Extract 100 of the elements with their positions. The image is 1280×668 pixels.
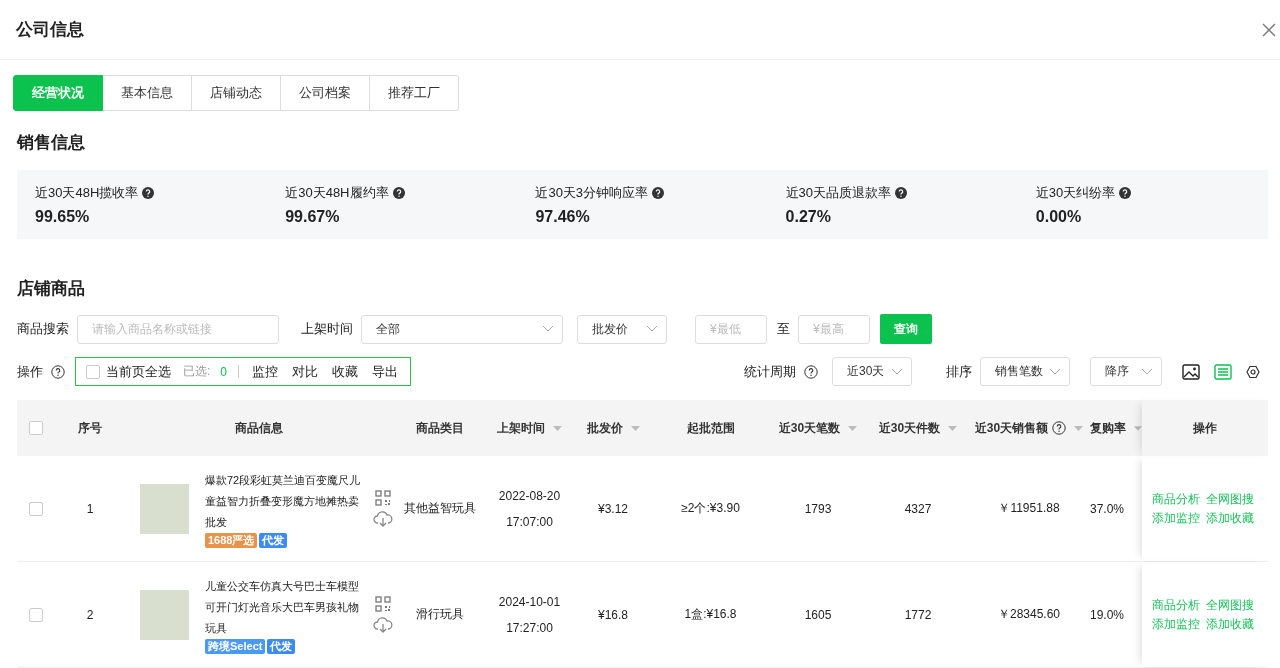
chevron-down-icon[interactable] bbox=[646, 325, 658, 333]
column-header: 近30天件数 bbox=[878, 419, 941, 437]
product-tag: 代发 bbox=[267, 638, 296, 654]
chevron-down-icon[interactable] bbox=[891, 367, 903, 376]
cloud-download-icon[interactable] bbox=[373, 511, 393, 527]
table-cell: ¥16.8 bbox=[598, 607, 628, 622]
table-cell: 其他益智玩具 bbox=[403, 500, 476, 517]
image-view-icon[interactable] bbox=[1182, 363, 1200, 380]
table-cell: 2 bbox=[86, 607, 94, 622]
settings-icon[interactable] bbox=[1246, 364, 1260, 379]
tab[interactable]: 推荐工厂 bbox=[370, 75, 459, 111]
search-field[interactable]: 请输入商品名称或链接 bbox=[77, 314, 279, 344]
tab[interactable]: 公司档案 bbox=[281, 75, 370, 111]
column-header: 近30天笔数 bbox=[778, 419, 841, 437]
column-header: 复购率 bbox=[1090, 419, 1126, 437]
table-cell: 1793 bbox=[804, 501, 832, 516]
tab[interactable]: 基本信息 bbox=[103, 75, 192, 111]
header-checkbox[interactable] bbox=[29, 421, 43, 435]
column-header: 序号 bbox=[78, 419, 102, 437]
table-cell: 4327 bbox=[904, 501, 932, 516]
select-all-checkbox[interactable]: 当前页全选 bbox=[86, 362, 171, 381]
product-title[interactable]: 儿童公交车仿真大号巴士车模型可开门灯光音乐大巴车男孩礼物玩具 bbox=[205, 575, 369, 639]
table-cell-text: 2024-10-01 17:27:00 bbox=[497, 593, 562, 637]
selected-label: 已选: bbox=[183, 363, 211, 380]
column-header: 操作 bbox=[1193, 419, 1217, 437]
period-label: 统计周期 bbox=[744, 362, 796, 381]
max-price-field[interactable]: ¥最高 bbox=[798, 314, 870, 344]
help-icon[interactable] bbox=[392, 186, 405, 199]
batch-action-button[interactable]: 导出 bbox=[370, 362, 401, 381]
product-tag: 代发 bbox=[259, 532, 288, 548]
help-icon[interactable] bbox=[804, 364, 818, 379]
section-title: 销售信息 bbox=[17, 132, 86, 154]
table-cell: ≥2个:¥3.90 bbox=[681, 500, 740, 517]
chevron-down-icon[interactable] bbox=[542, 325, 554, 333]
min-price-field[interactable]: ¥最低 bbox=[695, 314, 767, 344]
column-header: 批发价 bbox=[586, 419, 623, 437]
stat-label: 近30天48H履约率 bbox=[285, 183, 389, 202]
tab[interactable]: 店铺动态 bbox=[192, 75, 281, 111]
column-header: 近30天销售额 bbox=[974, 419, 1049, 437]
list-view-icon[interactable] bbox=[1214, 363, 1232, 380]
table-cell: 19.0% bbox=[1090, 607, 1125, 622]
product-tag: 跨境Select bbox=[205, 638, 266, 654]
period-select[interactable]: 近30天 bbox=[832, 357, 912, 386]
time-select[interactable]: 全部 bbox=[361, 314, 563, 344]
stat-label: 近30天纠纷率 bbox=[1035, 183, 1116, 202]
qr-code-icon[interactable] bbox=[375, 596, 391, 612]
section-title: 店铺商品 bbox=[17, 278, 86, 300]
stat-value: 97.46% bbox=[535, 207, 591, 226]
field-label: 商品搜索 bbox=[17, 320, 69, 338]
help-icon[interactable] bbox=[895, 186, 908, 199]
cloud-download-icon[interactable] bbox=[373, 617, 393, 633]
photo-placeholder bbox=[140, 589, 189, 640]
row-checkbox[interactable] bbox=[29, 607, 43, 622]
batch-action-button[interactable]: 监控 bbox=[250, 362, 281, 381]
table-cell: 1盒:¥16.8 bbox=[684, 606, 737, 623]
stat-value: 99.67% bbox=[285, 207, 341, 226]
table-cell: ￥11951.88 bbox=[998, 500, 1060, 517]
sort-label: 排序 bbox=[946, 362, 972, 381]
help-icon[interactable] bbox=[142, 186, 155, 199]
help-icon[interactable] bbox=[1052, 421, 1067, 435]
stat-value: 99.65% bbox=[35, 207, 91, 226]
table-cell: 37.0% bbox=[1090, 501, 1125, 516]
selected-count: 0 bbox=[220, 364, 228, 379]
table-cell: 1772 bbox=[904, 607, 932, 622]
stat-label: 近30天3分钟响应率 bbox=[535, 183, 649, 202]
close-icon[interactable] bbox=[1262, 22, 1276, 37]
help-icon[interactable] bbox=[652, 186, 665, 199]
range-separator: 至 bbox=[777, 320, 790, 338]
column-header: 起批范围 bbox=[686, 419, 735, 437]
column-header: 商品信息 bbox=[235, 419, 283, 437]
row-checkbox[interactable] bbox=[29, 501, 43, 516]
batch-action-button[interactable]: 对比 bbox=[290, 362, 321, 381]
help-icon[interactable] bbox=[1119, 186, 1132, 199]
batch-action-button[interactable]: 收藏 bbox=[330, 362, 361, 381]
help-icon[interactable] bbox=[51, 364, 65, 379]
chevron-down-icon[interactable] bbox=[1049, 367, 1061, 376]
stat-value: 0.00% bbox=[1035, 207, 1083, 226]
sort-field-select[interactable]: 销售笔数 bbox=[980, 357, 1070, 386]
field-label: 上架时间 bbox=[301, 320, 353, 338]
qr-code-icon[interactable] bbox=[375, 490, 391, 506]
table-cell: 滑行玩具 bbox=[415, 606, 464, 623]
sort-order-select[interactable]: 降序 bbox=[1090, 357, 1162, 386]
stat-value: 0.27% bbox=[785, 207, 832, 226]
stat-label: 近30天48H揽收率 bbox=[35, 183, 139, 202]
sort-caret-icon[interactable] bbox=[1134, 425, 1142, 431]
chevron-down-icon[interactable] bbox=[1141, 367, 1153, 376]
table-cell: ¥3.12 bbox=[598, 501, 628, 516]
photo-placeholder bbox=[140, 483, 189, 534]
stat-label: 近30天品质退款率 bbox=[785, 183, 892, 202]
table-cell: 1605 bbox=[804, 607, 832, 622]
product-title[interactable]: 爆款72段彩虹莫兰迪百变魔尺儿童益智力折叠变形魔方地摊热卖批发 bbox=[205, 469, 369, 533]
table-cell: 1 bbox=[86, 501, 94, 516]
dialog-title: 公司信息 bbox=[16, 19, 84, 41]
table-cell-text: 2022-08-20 17:07:00 bbox=[497, 487, 562, 531]
product-tag: 1688严选 bbox=[205, 532, 258, 548]
column-header: 上架时间 bbox=[497, 419, 545, 437]
operations-label: 操作 bbox=[17, 362, 43, 381]
column-header: 商品类目 bbox=[415, 419, 464, 437]
table-cell: ￥28345.60 bbox=[997, 606, 1061, 623]
price-type-select[interactable]: 批发价 bbox=[577, 314, 667, 344]
